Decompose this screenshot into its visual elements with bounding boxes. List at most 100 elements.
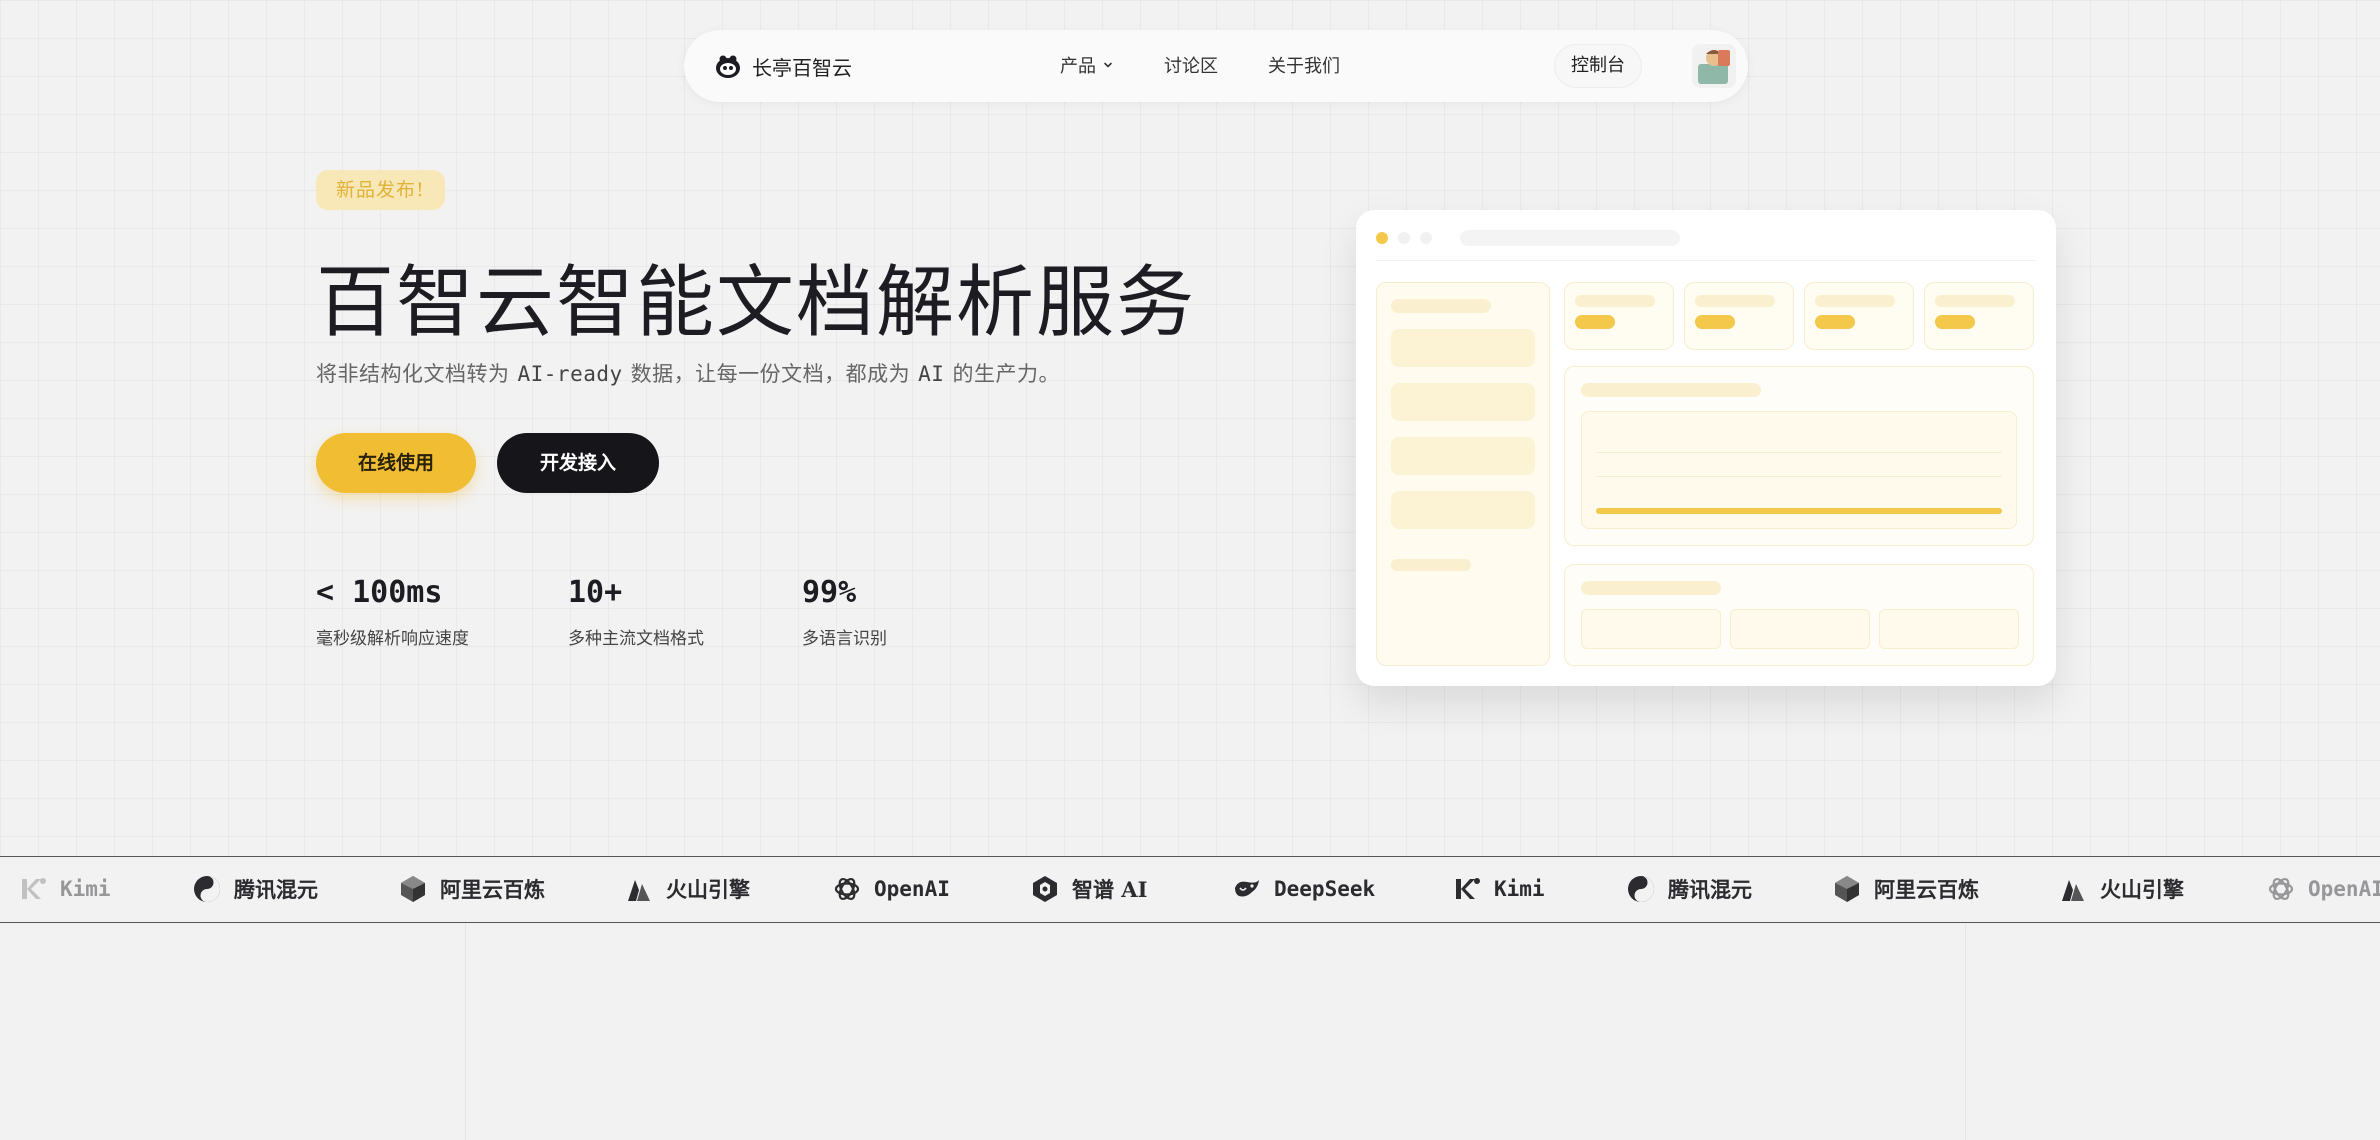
window-dot-yellow	[1376, 232, 1388, 244]
tencent-hunyuan-logo-icon	[1628, 876, 1654, 902]
mock-stat-card	[1564, 282, 1674, 350]
partner-logo-openai: OpenAI	[2266, 857, 2380, 921]
hero-subtitle: 将非结构化文档转为 AI-ready 数据，让每一份文档，都成为 AI 的生产力。	[316, 358, 1060, 388]
kimi-logo-icon	[22, 878, 46, 899]
subtitle-code-ai-ready: AI-ready	[517, 362, 623, 386]
console-button[interactable]: 控制台	[1554, 44, 1642, 88]
mock-progress-bar	[1596, 508, 2002, 514]
partner-logo-volcengine: 火山引擎	[2058, 857, 2184, 921]
mock-stat-card	[1924, 282, 2034, 350]
mock-cell	[1879, 609, 2019, 649]
mock-bottom-panel	[1564, 564, 2034, 666]
deepseek-logo-icon	[1235, 880, 1259, 897]
mock-address-bar	[1460, 230, 1680, 246]
partner-logo-aliyun-bailian: 阿里云百炼	[1832, 857, 1979, 921]
stat-value: 99%	[802, 575, 857, 610]
partner-name: OpenAI	[2308, 877, 2380, 901]
partner-name: 火山引擎	[2100, 877, 2184, 902]
nav-item-about[interactable]: 关于我们	[1268, 52, 1340, 78]
window-dot	[1420, 232, 1432, 244]
brand-name: 长亭百智云	[752, 56, 852, 80]
partner-logo-deepseek: DeepSeek	[1232, 857, 1375, 921]
brand-logo-icon	[716, 55, 740, 78]
use-online-button[interactable]: 在线使用	[316, 433, 476, 493]
mock-stat-card	[1684, 282, 1794, 350]
partner-logo-marquee: Kimi 腾讯混元 阿里云百炼 火山引擎 OpenAI 智谱 AI DeepSe…	[0, 856, 2380, 923]
new-release-badge: 新品发布!	[316, 170, 445, 210]
partner-logo-zhipu: 智谱 AI	[1030, 857, 1147, 921]
chevron-down-icon	[1104, 62, 1112, 68]
next-section	[0, 923, 2380, 1140]
subtitle-prefix: 将非结构化文档转为	[316, 362, 510, 386]
top-navbar: 长亭百智云 产品 讨论区 关于我们 控制台	[684, 30, 1748, 102]
subtitle-middle: 数据，让每一份文档，都成为	[630, 362, 911, 386]
mock-main-panel	[1564, 366, 2034, 546]
partner-name: 智谱 AI	[1072, 877, 1148, 902]
stat-label: 毫秒级解析响应速度	[316, 629, 469, 649]
mock-sidebar	[1376, 282, 1550, 666]
partner-logo-aliyun-bailian: 阿里云百炼	[398, 857, 545, 921]
stat-value: < 100ms	[316, 575, 443, 610]
brand-logo-link[interactable]: 长亭百智云	[714, 52, 852, 81]
partner-name: 阿里云百炼	[1874, 877, 1979, 902]
mock-cell	[1581, 609, 1721, 649]
partner-logo-kimi: Kimi	[1452, 857, 1545, 921]
mock-document-area	[1581, 411, 2017, 529]
subtitle-suffix: 的生产力。	[952, 362, 1060, 386]
partner-name: Kimi	[60, 877, 111, 901]
partner-name: OpenAI	[874, 877, 950, 901]
subtitle-code-ai: AI	[918, 362, 945, 386]
partner-logo-openai: OpenAI	[832, 857, 950, 921]
mock-panel-heading	[1581, 581, 1721, 595]
stat-label: 多语言识别	[802, 629, 887, 649]
section-guide-line	[465, 923, 466, 1140]
partner-logo-tencent-hunyuan: 腾讯混元	[1626, 857, 1752, 921]
partner-name: Kimi	[1494, 877, 1545, 901]
stat-value: 10+	[568, 575, 623, 610]
mock-sidebar-item	[1391, 491, 1535, 529]
openai-logo-icon	[834, 877, 860, 901]
tencent-hunyuan-logo-icon	[194, 876, 220, 902]
aliyun-bailian-logo-icon	[1835, 876, 1859, 902]
nav-item-forum[interactable]: 讨论区	[1164, 52, 1218, 78]
partner-name: 腾讯混元	[234, 877, 318, 902]
mock-divider	[1376, 260, 2036, 261]
partner-name: 腾讯混元	[1668, 877, 1752, 902]
openai-logo-icon	[2268, 877, 2294, 901]
partner-logo-tencent-hunyuan: 腾讯混元	[192, 857, 318, 921]
mock-sidebar-item	[1391, 437, 1535, 475]
mock-panel-heading	[1581, 383, 1761, 397]
section-guide-line	[1965, 923, 1966, 1140]
mock-sidebar-heading	[1391, 299, 1491, 313]
avatar-image	[1692, 44, 1736, 88]
partner-logo-volcengine: 火山引擎	[624, 857, 750, 921]
mock-sidebar-item	[1391, 383, 1535, 421]
stat-speed: < 100ms 毫秒级解析响应速度	[316, 575, 469, 649]
partner-name: 火山引擎	[666, 877, 750, 902]
product-preview-illustration	[1356, 210, 2056, 686]
developer-integration-button[interactable]: 开发接入	[497, 433, 659, 493]
volcengine-logo-icon	[628, 880, 650, 901]
nav-item-forum-label: 讨论区	[1164, 56, 1218, 77]
mock-cell	[1730, 609, 1870, 649]
nav-item-products-label: 产品	[1060, 56, 1096, 77]
mock-stat-card	[1804, 282, 1914, 350]
stat-languages: 99% 多语言识别	[802, 575, 887, 649]
nav-links: 产品 讨论区 关于我们	[1060, 52, 1340, 78]
stat-label: 多种主流文档格式	[568, 629, 704, 649]
volcengine-logo-icon	[2062, 880, 2084, 901]
kimi-logo-icon	[1456, 878, 1480, 899]
nav-item-about-label: 关于我们	[1268, 56, 1340, 77]
aliyun-bailian-logo-icon	[401, 876, 425, 902]
partner-logo-kimi: Kimi	[18, 857, 111, 921]
zhipu-logo-icon	[1033, 876, 1057, 902]
stat-formats: 10+ 多种主流文档格式	[568, 575, 704, 649]
mock-sidebar-item	[1391, 329, 1535, 367]
mock-sidebar-footer	[1391, 559, 1471, 571]
partner-name: 阿里云百炼	[440, 877, 545, 902]
nav-item-products[interactable]: 产品	[1060, 52, 1114, 78]
window-dot	[1398, 232, 1410, 244]
page-title: 百智云智能文档解析服务	[316, 258, 1197, 348]
avatar[interactable]	[1692, 44, 1736, 88]
partner-name: DeepSeek	[1274, 877, 1376, 901]
